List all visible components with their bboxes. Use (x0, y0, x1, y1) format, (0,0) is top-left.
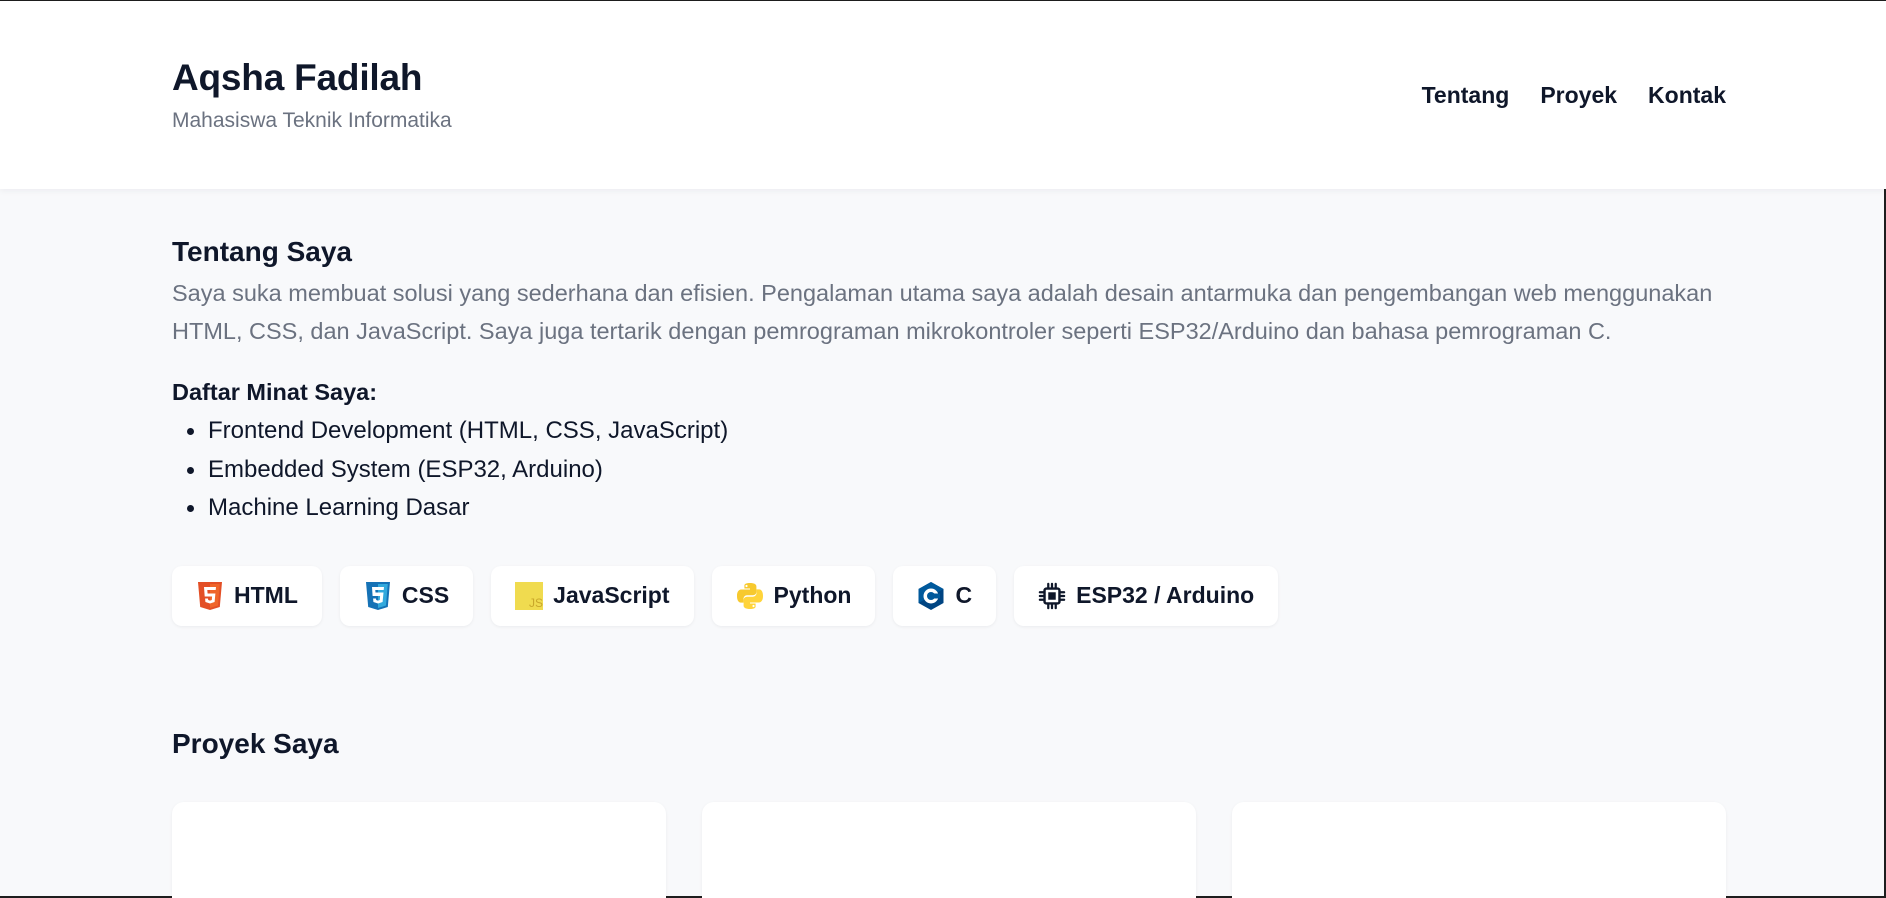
project-card[interactable] (1232, 801, 1726, 898)
skill-label: HTML (234, 582, 298, 608)
skill-label: ESP32 / Arduino (1076, 582, 1255, 608)
skill-label: Python (773, 582, 852, 608)
about-title: Tentang Saya (172, 236, 352, 267)
list-item: Frontend Development (HTML, CSS, JavaScr… (172, 412, 1726, 451)
interests-list: Frontend Development (HTML, CSS, JavaScr… (172, 412, 1726, 528)
site-subtitle: Mahasiswa Teknik Informatika (172, 109, 452, 132)
skill-chip-esp32-arduino: ESP32 / Arduino (1014, 565, 1279, 626)
skill-chip-javascript: JS JavaScript (491, 565, 694, 626)
python-icon (736, 581, 764, 611)
skill-label: JavaScript (553, 582, 670, 608)
skill-label: C (955, 582, 973, 608)
about-section: Tentang Saya Saya suka membuat solusi ya… (172, 234, 1726, 626)
skill-chip-python: Python (711, 565, 876, 626)
projects-title: Proyek Saya (172, 727, 339, 759)
projects-section: Proyek Saya (172, 726, 1726, 898)
skill-chip-c: C (893, 565, 997, 626)
nav-link-proyek[interactable]: Proyek (1540, 79, 1617, 111)
skill-label: CSS (401, 582, 450, 608)
main-content: Tentang Saya Saya suka membuat solusi ya… (172, 189, 1726, 898)
list-item: Machine Learning Dasar (172, 489, 1726, 528)
project-cards (172, 801, 1726, 898)
project-card[interactable] (172, 801, 666, 898)
nav-link-tentang[interactable]: Tentang (1422, 79, 1510, 111)
brand: Aqsha Fadilah Mahasiswa Teknik Informati… (172, 55, 452, 135)
nav-link-kontak[interactable]: Kontak (1648, 79, 1726, 111)
project-card[interactable] (702, 801, 1196, 898)
c-language-icon (917, 581, 945, 611)
about-text: Saya suka membuat solusi yang sederhana … (172, 280, 1713, 344)
skills-list: HTML CSS JS JavaScript Python C ESP32 / … (172, 565, 1726, 626)
site-name: Aqsha Fadilah (172, 57, 423, 98)
skill-chip-html: HTML (172, 565, 322, 626)
chip-icon (1038, 581, 1066, 611)
css3-icon (364, 581, 392, 611)
html5-icon (196, 581, 224, 611)
site-header: Aqsha Fadilah Mahasiswa Teknik Informati… (0, 1, 1886, 189)
main-nav: Tentang Proyek Kontak (1422, 79, 1726, 111)
svg-text:JS: JS (529, 596, 543, 610)
interests-title: Daftar Minat Saya: (172, 379, 378, 405)
list-item: Embedded System (ESP32, Arduino) (172, 451, 1726, 490)
javascript-icon: JS (515, 581, 544, 611)
skill-chip-css: CSS (339, 565, 474, 626)
